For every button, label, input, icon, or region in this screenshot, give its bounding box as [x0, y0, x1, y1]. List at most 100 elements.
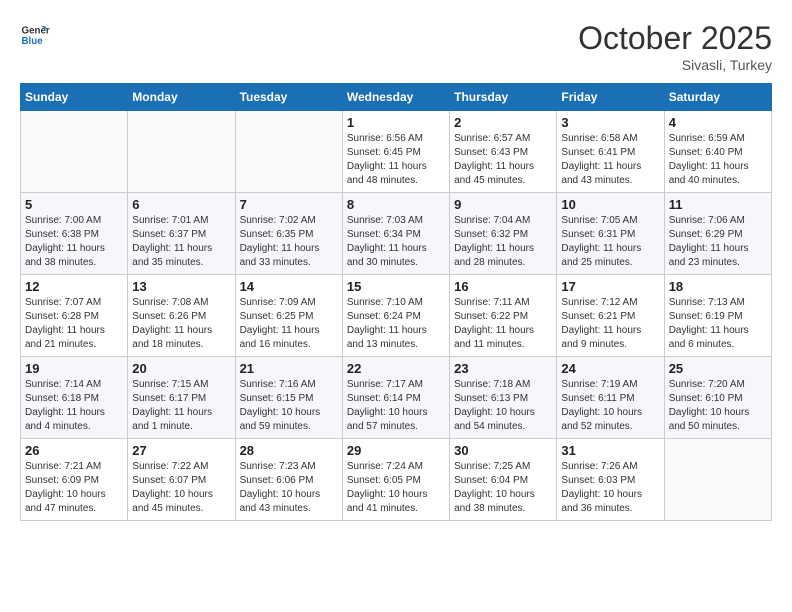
calendar-cell: 28Sunrise: 7:23 AM Sunset: 6:06 PM Dayli…	[235, 439, 342, 521]
title-block: October 2025 Sivasli, Turkey	[578, 20, 772, 73]
day-info: Sunrise: 7:12 AM Sunset: 6:21 PM Dayligh…	[561, 296, 659, 352]
weekday-header: Thursday	[450, 84, 557, 111]
calendar-cell: 15 Sunrise: 7:10 AM Sunset: 6:24 PM Dayli…	[342, 275, 449, 357]
day-number: 10	[561, 197, 659, 212]
day-number: 13	[132, 279, 230, 294]
day-info: Sunrise: 7:00 AM Sunset: 6:38 PM Dayligh…	[25, 214, 123, 270]
calendar-cell: 4Sunrise: 6:59 AM Sunset: 6:40 PM Daylig…	[664, 111, 771, 193]
calendar-cell	[21, 111, 128, 193]
day-info: Sunrise: 7:17 AM Sunset: 6:14 PM Dayligh…	[347, 378, 445, 434]
day-info: Sunrise: 7:03 AM Sunset: 6:34 PM Dayligh…	[347, 214, 445, 270]
day-number: 27	[132, 443, 230, 458]
weekday-header: Tuesday	[235, 84, 342, 111]
day-info: Sunrise: 7:21 AM Sunset: 6:09 PM Dayligh…	[25, 460, 123, 516]
day-number: 12	[25, 279, 123, 294]
day-number: 5	[25, 197, 123, 212]
day-info: Sunrise: 7:25 AM Sunset: 6:04 PM Dayligh…	[454, 460, 552, 516]
day-number: 15	[347, 279, 445, 294]
day-number: 8	[347, 197, 445, 212]
calendar-cell: 30 Sunrise: 7:25 AM Sunset: 6:04 PM Dayli…	[450, 439, 557, 521]
day-info: Sunrise: 7:20 AM Sunset: 6:10 PM Dayligh…	[669, 378, 767, 434]
day-number: 24	[561, 361, 659, 376]
day-number: 3	[561, 115, 659, 130]
day-info: Sunrise: 7:19 AM Sunset: 6:11 PM Dayligh…	[561, 378, 659, 434]
calendar-week-row: 26 Sunrise: 7:21 AM Sunset: 6:09 PM Dayli…	[21, 439, 772, 521]
day-number: 30	[454, 443, 552, 458]
calendar-cell: 17Sunrise: 7:12 AM Sunset: 6:21 PM Dayli…	[557, 275, 664, 357]
calendar-cell: 16Sunrise: 7:11 AM Sunset: 6:22 PM Dayli…	[450, 275, 557, 357]
day-info: Sunrise: 7:22 AM Sunset: 6:07 PM Dayligh…	[132, 460, 230, 516]
day-info: Sunrise: 7:13 AM Sunset: 6:19 PM Dayligh…	[669, 296, 767, 352]
day-number: 19	[25, 361, 123, 376]
calendar-cell: 11Sunrise: 7:06 AM Sunset: 6:29 PM Dayli…	[664, 193, 771, 275]
page-header: General Blue October 2025 Sivasli, Turke…	[20, 20, 772, 73]
calendar-cell	[664, 439, 771, 521]
day-info: Sunrise: 7:05 AM Sunset: 6:31 PM Dayligh…	[561, 214, 659, 270]
day-info: Sunrise: 7:14 AM Sunset: 6:18 PM Dayligh…	[25, 378, 123, 434]
day-number: 26	[25, 443, 123, 458]
calendar-week-row: 19 Sunrise: 7:14 AM Sunset: 6:18 PM Dayli…	[21, 357, 772, 439]
day-info: Sunrise: 7:26 AM Sunset: 6:03 PM Dayligh…	[561, 460, 659, 516]
weekday-header: Saturday	[664, 84, 771, 111]
day-info: Sunrise: 7:18 AM Sunset: 6:13 PM Dayligh…	[454, 378, 552, 434]
day-info: Sunrise: 6:58 AM Sunset: 6:41 PM Dayligh…	[561, 132, 659, 188]
calendar-table: SundayMondayTuesdayWednesdayThursdayFrid…	[20, 83, 772, 521]
calendar-cell: 27 Sunrise: 7:22 AM Sunset: 6:07 PM Dayli…	[128, 439, 235, 521]
day-info: Sunrise: 7:10 AM Sunset: 6:24 PM Dayligh…	[347, 296, 445, 352]
calendar-cell: 29 Sunrise: 7:24 AM Sunset: 6:05 PM Dayli…	[342, 439, 449, 521]
calendar-body: 1 Sunrise: 6:56 AM Sunset: 6:45 PM Daylig…	[21, 111, 772, 521]
day-info: Sunrise: 7:16 AM Sunset: 6:15 PM Dayligh…	[240, 378, 338, 434]
day-number: 22	[347, 361, 445, 376]
day-number: 6	[132, 197, 230, 212]
calendar-cell	[235, 111, 342, 193]
calendar-cell: 31 Sunrise: 7:26 AM Sunset: 6:03 PM Dayli…	[557, 439, 664, 521]
day-info: Sunrise: 6:59 AM Sunset: 6:40 PM Dayligh…	[669, 132, 767, 188]
calendar-cell: 6 Sunrise: 7:01 AM Sunset: 6:37 PM Daylig…	[128, 193, 235, 275]
day-info: Sunrise: 7:15 AM Sunset: 6:17 PM Dayligh…	[132, 378, 230, 434]
day-number: 18	[669, 279, 767, 294]
calendar-cell: 21 Sunrise: 7:16 AM Sunset: 6:15 PM Dayli…	[235, 357, 342, 439]
calendar-cell: 20Sunrise: 7:15 AM Sunset: 6:17 PM Dayli…	[128, 357, 235, 439]
day-number: 21	[240, 361, 338, 376]
calendar-cell	[128, 111, 235, 193]
day-info: Sunrise: 6:56 AM Sunset: 6:45 PM Dayligh…	[347, 132, 445, 188]
weekday-header: Wednesday	[342, 84, 449, 111]
calendar-cell: 9 Sunrise: 7:04 AM Sunset: 6:32 PM Daylig…	[450, 193, 557, 275]
day-info: Sunrise: 7:04 AM Sunset: 6:32 PM Dayligh…	[454, 214, 552, 270]
logo-icon: General Blue	[20, 20, 50, 50]
svg-text:Blue: Blue	[22, 36, 44, 47]
day-number: 2	[454, 115, 552, 130]
day-info: Sunrise: 7:07 AM Sunset: 6:28 PM Dayligh…	[25, 296, 123, 352]
calendar-cell: 8 Sunrise: 7:03 AM Sunset: 6:34 PM Daylig…	[342, 193, 449, 275]
day-number: 1	[347, 115, 445, 130]
day-number: 9	[454, 197, 552, 212]
calendar-cell: 12 Sunrise: 7:07 AM Sunset: 6:28 PM Dayli…	[21, 275, 128, 357]
day-info: Sunrise: 7:08 AM Sunset: 6:26 PM Dayligh…	[132, 296, 230, 352]
day-number: 25	[669, 361, 767, 376]
weekday-header: Sunday	[21, 84, 128, 111]
day-number: 14	[240, 279, 338, 294]
calendar-cell: 26 Sunrise: 7:21 AM Sunset: 6:09 PM Dayli…	[21, 439, 128, 521]
day-info: Sunrise: 7:01 AM Sunset: 6:37 PM Dayligh…	[132, 214, 230, 270]
svg-text:General: General	[22, 26, 51, 37]
calendar-cell: 18 Sunrise: 7:13 AM Sunset: 6:19 PM Dayli…	[664, 275, 771, 357]
calendar-cell: 13 Sunrise: 7:08 AM Sunset: 6:26 PM Dayli…	[128, 275, 235, 357]
location-subtitle: Sivasli, Turkey	[578, 57, 772, 73]
calendar-week-row: 12 Sunrise: 7:07 AM Sunset: 6:28 PM Dayli…	[21, 275, 772, 357]
calendar-cell: 7Sunrise: 7:02 AM Sunset: 6:35 PM Daylig…	[235, 193, 342, 275]
calendar-cell: 1 Sunrise: 6:56 AM Sunset: 6:45 PM Daylig…	[342, 111, 449, 193]
calendar-cell: 10 Sunrise: 7:05 AM Sunset: 6:31 PM Dayli…	[557, 193, 664, 275]
day-info: Sunrise: 7:09 AM Sunset: 6:25 PM Dayligh…	[240, 296, 338, 352]
calendar-cell: 2Sunrise: 6:57 AM Sunset: 6:43 PM Daylig…	[450, 111, 557, 193]
day-info: Sunrise: 7:02 AM Sunset: 6:35 PM Dayligh…	[240, 214, 338, 270]
day-info: Sunrise: 7:24 AM Sunset: 6:05 PM Dayligh…	[347, 460, 445, 516]
day-number: 11	[669, 197, 767, 212]
day-number: 31	[561, 443, 659, 458]
calendar-header: SundayMondayTuesdayWednesdayThursdayFrid…	[21, 84, 772, 111]
logo: General Blue	[20, 20, 50, 50]
day-number: 28	[240, 443, 338, 458]
day-number: 29	[347, 443, 445, 458]
day-info: Sunrise: 7:11 AM Sunset: 6:22 PM Dayligh…	[454, 296, 552, 352]
calendar-cell: 23Sunrise: 7:18 AM Sunset: 6:13 PM Dayli…	[450, 357, 557, 439]
calendar-cell: 25 Sunrise: 7:20 AM Sunset: 6:10 PM Dayli…	[664, 357, 771, 439]
